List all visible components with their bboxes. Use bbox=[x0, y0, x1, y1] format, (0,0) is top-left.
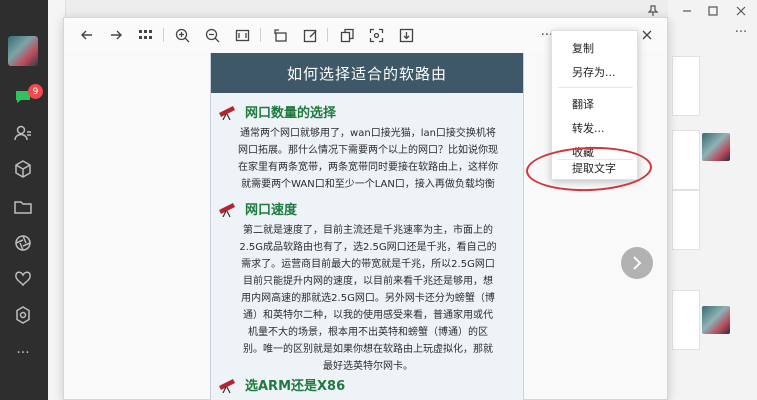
article-image[interactable]: 如何选择适合的软路由 网口数量的选择 通常两个网口就够用了，wan口接光猫，la… bbox=[210, 53, 524, 400]
section-heading: 网口速度 bbox=[217, 199, 297, 218]
toolbar-divider bbox=[260, 28, 261, 42]
telescope-icon bbox=[219, 105, 235, 120]
next-image-button[interactable] bbox=[621, 247, 653, 279]
text-line: 网口拓展。那什么情况下需要两个以上的网口？比如说你现 bbox=[238, 145, 498, 156]
zoom-out-icon[interactable] bbox=[203, 26, 221, 44]
forward-arrow-icon[interactable] bbox=[107, 26, 125, 44]
section-title: 选ARM还是X86 bbox=[245, 379, 346, 394]
settings-icon[interactable] bbox=[12, 304, 34, 326]
chat-avatar[interactable] bbox=[702, 133, 730, 161]
rotate-icon[interactable] bbox=[271, 26, 289, 44]
section-title: 网口数量的选择 bbox=[245, 106, 337, 121]
chat-card[interactable] bbox=[672, 290, 700, 350]
close-viewer-icon[interactable] bbox=[638, 26, 656, 44]
menu-item-translate[interactable]: 翻译 bbox=[552, 91, 639, 117]
folder-icon[interactable] bbox=[12, 196, 34, 218]
text-line: 通常两个网口就够用了，wan口接光猫，lan口接交换机将 bbox=[240, 128, 496, 139]
scan-icon[interactable] bbox=[367, 26, 385, 44]
telescope-icon bbox=[219, 378, 235, 393]
text-line: 在家里有两条宽带，两条宽带同时要接在软路由上，这样你 bbox=[238, 162, 498, 173]
menu-item-forward[interactable]: 转发... bbox=[552, 115, 639, 141]
text-line: 最好选英特尔网卡。 bbox=[323, 361, 413, 372]
zoom-in-icon[interactable] bbox=[173, 26, 191, 44]
chat-card[interactable] bbox=[672, 56, 700, 116]
section-heading: 选ARM还是X86 bbox=[217, 375, 345, 394]
edit-icon[interactable] bbox=[301, 26, 319, 44]
menu-item-save-as[interactable]: 另存为... bbox=[552, 59, 639, 85]
text-line: 2.5G成品软路由也有了，选2.5G网口还是千兆，看自己的 bbox=[239, 242, 497, 253]
toolbar-divider bbox=[163, 28, 164, 42]
maximize-icon[interactable] bbox=[705, 3, 721, 19]
text-line: 别。唯一的区别就是如果你想在软路由上玩虚拟化，那就 bbox=[243, 344, 493, 355]
menu-divider bbox=[558, 87, 633, 88]
app-sidebar: 9 ··· bbox=[0, 0, 48, 400]
copy-image-icon[interactable] bbox=[338, 26, 356, 44]
butterfly-icon[interactable] bbox=[12, 268, 34, 290]
section-heading: 网口数量的选择 bbox=[217, 102, 336, 121]
minimize-icon[interactable] bbox=[679, 3, 695, 19]
telescope-icon bbox=[219, 202, 235, 217]
download-icon[interactable] bbox=[397, 26, 415, 44]
text-line: 第二就是速度了，目前主流还是千兆速率为主，市面上的 bbox=[243, 225, 493, 236]
menu-item-copy[interactable]: 复制 bbox=[552, 35, 639, 61]
cube-icon[interactable] bbox=[12, 158, 34, 180]
chat-card[interactable] bbox=[672, 190, 700, 250]
back-arrow-icon[interactable] bbox=[78, 26, 96, 44]
text-line: 用内网高速的那就选2.5G网口。另外网卡还分为螃蟹（博 bbox=[241, 293, 495, 304]
text-line: 目前只能提升内网的速度，以目前来看千兆还是够用，想 bbox=[243, 276, 493, 287]
text-line: 需求了。运营商目前最大的带宽就是千兆，所以2.5G网口 bbox=[241, 259, 495, 270]
section-paragraph: 第二就是速度了，目前主流还是千兆速率为主，市面上的 2.5G成品软路由也有了，选… bbox=[219, 222, 517, 375]
unread-badge: 9 bbox=[28, 84, 43, 99]
section-title: 网口速度 bbox=[245, 203, 298, 218]
contacts-icon[interactable] bbox=[12, 122, 34, 144]
text-line: 通）和英特尔二种，以我的使用感受来看，普通家用或代 bbox=[243, 310, 493, 321]
chat-avatar[interactable] bbox=[702, 306, 730, 334]
more-icon[interactable]: ··· bbox=[12, 342, 34, 364]
toolbar-divider bbox=[327, 28, 328, 42]
text-line: 机量不大的场景，根本用不出英特和螃蟹（博通）的区 bbox=[248, 327, 488, 338]
chevron-right-icon bbox=[633, 256, 642, 270]
article-title: 如何选择适合的软路由 bbox=[211, 53, 523, 93]
fit-window-icon[interactable] bbox=[233, 26, 251, 44]
text-line: 就需要两个WAN口和至少一个LAN口，接入再做负载均衡 bbox=[241, 179, 495, 190]
close-window-icon[interactable] bbox=[733, 3, 749, 19]
grid-view-icon[interactable] bbox=[137, 26, 155, 44]
moments-icon[interactable] bbox=[12, 232, 34, 254]
chat-card[interactable] bbox=[672, 130, 700, 190]
section-paragraph: 通常两个网口就够用了，wan口接光猫，lan口接交换机将 网口拓展。那什么情况下… bbox=[219, 125, 517, 193]
avatar[interactable] bbox=[8, 36, 38, 66]
window-more-icon[interactable]: ··· bbox=[733, 24, 749, 40]
